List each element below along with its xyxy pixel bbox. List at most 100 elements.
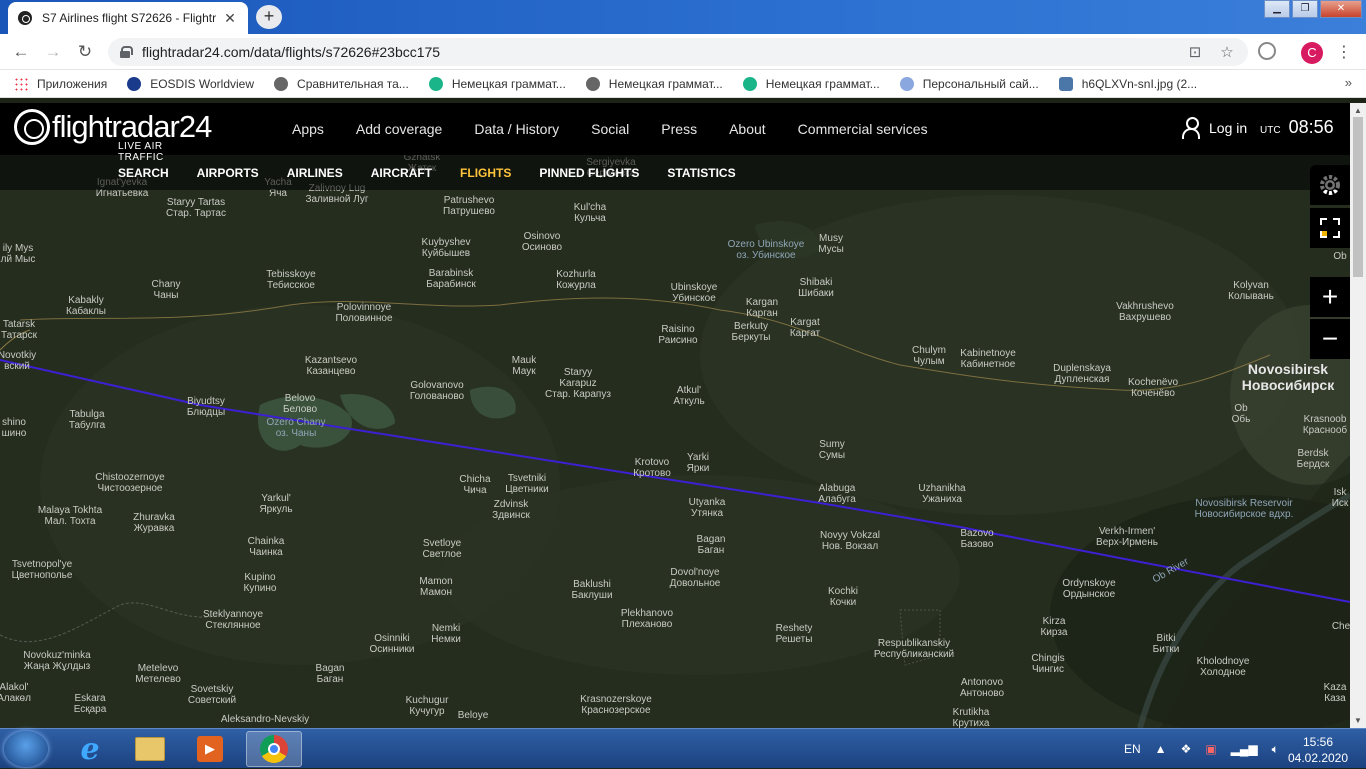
plus-icon: + (1321, 281, 1339, 312)
map-place-label: Chulym Чулым (912, 345, 946, 367)
map-place-label: Mauk Маук (512, 355, 537, 377)
flight-map[interactable]: Ignat'yevkaИгнатьевкаStaryy TartasСтар. … (0, 155, 1350, 728)
map-place-label: Yarki Ярки (687, 452, 710, 474)
bookmark-german-grammar-1[interactable]: Немецкая граммат... (428, 76, 566, 91)
globe-icon (274, 76, 289, 91)
page-scrollbar[interactable]: ▲ ▼ (1350, 103, 1366, 728)
url-text[interactable]: flightradar24.com/data/flights/s72626#23… (142, 44, 1172, 60)
subnav-pinned-flights[interactable]: PINNED FLIGHTS (525, 166, 653, 180)
bookmark-vk-image[interactable]: h6QLXVn-snI.jpg (2... (1058, 76, 1197, 91)
scroll-down-icon[interactable]: ▼ (1354, 716, 1362, 725)
fullscreen-expand-icon (1320, 218, 1340, 238)
map-place-label: Novosibirsk Reservoir Новосибирское вдхр. (1195, 498, 1294, 520)
nav-add-coverage[interactable]: Add coverage (340, 121, 458, 137)
bookmark-german-grammar-3[interactable]: Немецкая граммат... (742, 76, 880, 91)
subnav-flights[interactable]: FLIGHTS (446, 166, 525, 180)
nav-data-history[interactable]: Data / History (458, 121, 575, 137)
map-place-label: Berdsk Бердск (1297, 448, 1330, 470)
map-place-label: Tatarsk Татарск (1, 319, 38, 341)
signal-icon[interactable]: ▂▄▆ (1231, 742, 1258, 756)
subnav-airports[interactable]: AIRPORTS (183, 166, 273, 180)
network-warning-icon[interactable]: ▣ (1205, 742, 1216, 756)
bookmark-eosdis[interactable]: EOSDIS Worldview (127, 76, 254, 91)
map-place-label: Utyanka Утянка (689, 497, 726, 519)
close-tab-icon[interactable]: ✕ (222, 10, 238, 27)
bookmark-personal-site[interactable]: Персональный сай... (899, 76, 1039, 91)
minimize-button[interactable]: ▁ (1264, 0, 1290, 18)
more-bookmarks-icon[interactable]: » (1345, 75, 1352, 90)
map-place-label: Kuybyshev Куйбышев (422, 237, 471, 259)
map-place-label: Alabuga Алабуга (818, 483, 856, 505)
apps-grid-icon (14, 76, 28, 91)
map-place-label: Kozhurla Кожурла (556, 269, 596, 291)
nav-apps[interactable]: Apps (276, 121, 340, 137)
internet-explorer-icon: e (80, 731, 100, 767)
scroll-up-icon[interactable]: ▲ (1354, 106, 1362, 115)
map-place-label: Ozero Ubinskoye оз. Убинское (728, 239, 805, 261)
taskbar-media-player[interactable]: ▶ (182, 731, 238, 767)
map-place-label: Sovetskiy Советский (188, 684, 236, 706)
maximize-button[interactable]: ❐ (1292, 0, 1318, 18)
address-bar[interactable]: flightradar24.com/data/flights/s72626#23… (108, 38, 1248, 66)
language-indicator[interactable]: EN (1124, 742, 1141, 756)
map-place-label: Zhuravka Журавка (133, 512, 175, 534)
map-canvas: Ignat'yevkaИгнатьевкаStaryy TartasСтар. … (0, 155, 1350, 728)
map-place-label: Berkuty Беркуты (732, 321, 771, 343)
map-place-label: Patrushevo Патрушево (443, 195, 495, 217)
map-place-label: Raisino Раисино (658, 324, 698, 346)
profile-avatar[interactable]: C (1301, 42, 1323, 64)
start-button[interactable] (4, 731, 48, 767)
map-place-label: Golovanovo Голованово (410, 380, 465, 402)
subnav-statistics[interactable]: STATISTICS (653, 166, 749, 180)
bookmarks-bar: Приложения EOSDIS Worldview Сравнительна… (0, 70, 1366, 98)
vk-icon (1058, 76, 1073, 91)
bookmark-star-icon[interactable]: ☆ (1218, 43, 1236, 61)
taskbar-time: 15:56 (1302, 735, 1334, 749)
nav-social[interactable]: Social (575, 121, 645, 137)
browser-menu-icon[interactable]: ⋮ (1336, 42, 1352, 62)
map-place-label: Beloye (458, 710, 489, 721)
login-button[interactable]: Log in (1182, 117, 1247, 139)
browser-tab[interactable]: S7 Airlines flight S72626 - Flightr ✕ (8, 2, 248, 34)
reload-icon[interactable]: ↻ (74, 42, 96, 62)
map-place-label: Krasnoob Краснооб (1303, 414, 1348, 436)
fullscreen-button[interactable] (1310, 208, 1350, 248)
flightradar24-logo[interactable]: flightradar24 LIVE AIR TRAFFIC (14, 109, 212, 163)
nav-about[interactable]: About (713, 121, 782, 137)
map-place-label: Malaya Tokhta Мал. Тохта (38, 505, 103, 527)
map-place-label: Sumy Сумы (819, 439, 845, 461)
bookmark-apps[interactable]: Приложения (14, 76, 107, 91)
nav-press[interactable]: Press (645, 121, 713, 137)
map-place-label: Ob (1333, 251, 1347, 262)
subnav-aircraft[interactable]: AIRCRAFT (357, 166, 446, 180)
taskbar-internet-explorer[interactable]: e (62, 731, 118, 767)
translate-icon[interactable]: ⊡ (1186, 43, 1204, 61)
window-close-button[interactable]: ✕ (1320, 0, 1362, 18)
bookmark-comparison[interactable]: Сравнительная та... (274, 76, 409, 91)
new-tab-button[interactable]: + (256, 5, 282, 29)
clock-date[interactable]: 15:56 04.02.2020 (1278, 734, 1358, 766)
bookmark-german-grammar-2[interactable]: Немецкая граммат... (585, 76, 723, 91)
dropbox-icon[interactable]: ❖ (1181, 742, 1192, 756)
taskbar-chrome[interactable] (246, 731, 302, 767)
map-place-label: Kochki Кочки (828, 586, 858, 608)
map-place-label: Yarkul' Яркуль (259, 493, 292, 515)
taskbar-explorer[interactable] (122, 731, 178, 767)
map-place-label: Kargan Карган (746, 297, 778, 319)
zoom-out-button[interactable]: − (1310, 319, 1350, 359)
subnav-airlines[interactable]: AIRLINES (273, 166, 357, 180)
subnav-search[interactable]: SEARCH (104, 166, 183, 180)
map-place-label: Eskara Есқара (74, 693, 107, 715)
scrollbar-thumb[interactable] (1353, 117, 1363, 277)
map-place-label: Chistoozernoye Чистоозерное (95, 472, 165, 494)
tray-expand-icon[interactable]: ▲ (1155, 742, 1167, 756)
lock-icon[interactable] (120, 46, 133, 58)
map-place-label: shino шино (2, 417, 27, 439)
zoom-in-button[interactable]: + (1310, 277, 1350, 317)
nav-commercial-services[interactable]: Commercial services (782, 121, 944, 137)
extension-globe-icon[interactable] (1258, 42, 1276, 60)
map-place-label: Bagan Баган (697, 534, 726, 556)
forward-arrow-icon[interactable]: → (42, 42, 64, 62)
back-arrow-icon[interactable]: ← (10, 42, 32, 62)
utc-label: UTC (1260, 125, 1281, 136)
